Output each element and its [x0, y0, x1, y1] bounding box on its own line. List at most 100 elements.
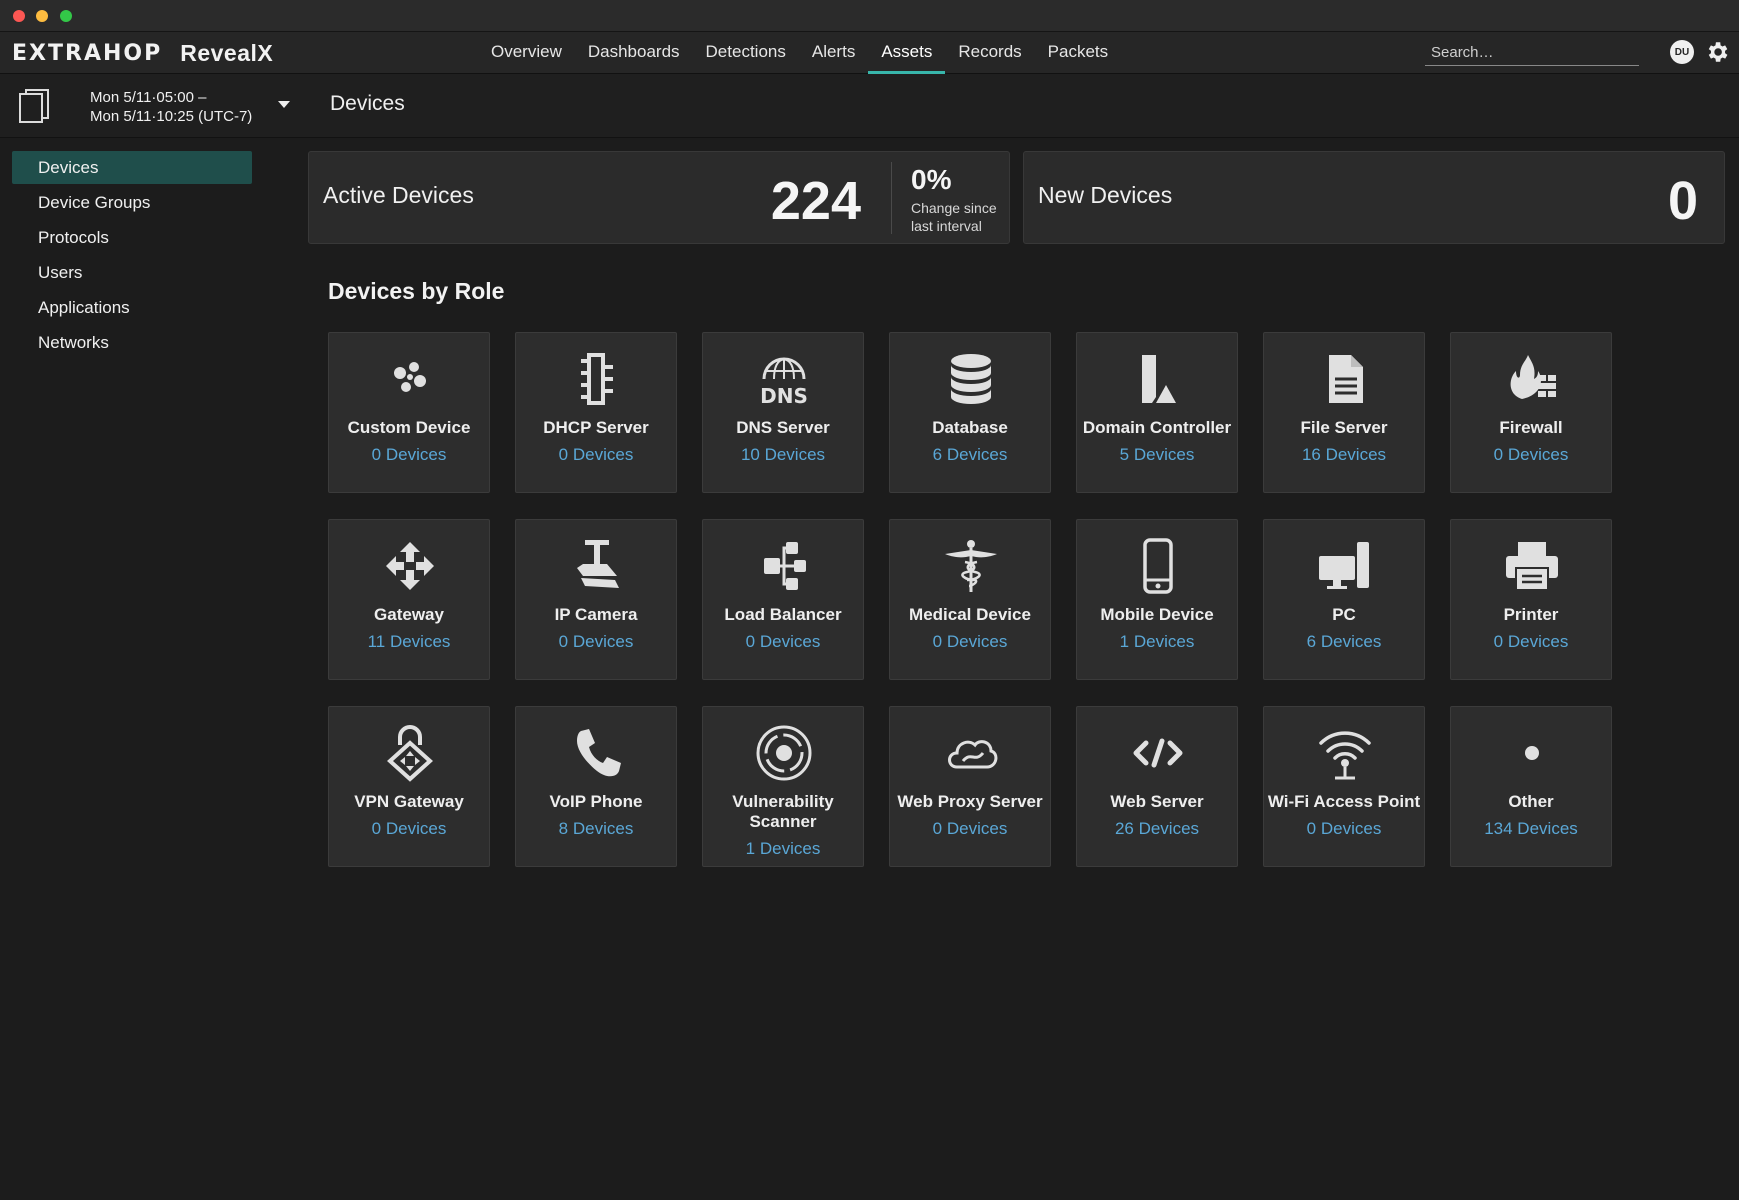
- new-devices-value: 0: [1667, 171, 1698, 231]
- brand[interactable]: EXTRAHOP RevealX: [12, 40, 273, 66]
- chevron-down-icon[interactable]: [278, 101, 290, 109]
- sidebar-item-devices[interactable]: Devices: [12, 151, 252, 184]
- user-avatar[interactable]: DU: [1670, 40, 1694, 64]
- role-tile-other[interactable]: Other 134 Devices: [1450, 706, 1612, 867]
- sidebar-item-users[interactable]: Users: [12, 256, 252, 289]
- role-name: Firewall: [1499, 418, 1563, 437]
- time-range[interactable]: Mon 5/11·05:00 – Mon 5/11·10:25 (UTC-7): [90, 88, 252, 126]
- nav-detections[interactable]: Detections: [693, 32, 799, 74]
- role-count-link[interactable]: 26 Devices: [1077, 819, 1237, 839]
- search-input[interactable]: [1425, 40, 1639, 66]
- role-count-link[interactable]: 0 Devices: [890, 632, 1050, 652]
- wifi-access-point-icon: [1315, 723, 1375, 783]
- sidebar-item-networks[interactable]: Networks: [12, 326, 252, 359]
- role-count-link[interactable]: 0 Devices: [1264, 819, 1424, 839]
- role-name: VPN Gateway: [354, 792, 464, 811]
- role-name: Database: [932, 418, 1008, 437]
- role-count-link[interactable]: 1 Devices: [703, 839, 863, 859]
- role-count-link[interactable]: 8 Devices: [516, 819, 676, 839]
- role-name: Domain Controller: [1082, 418, 1232, 437]
- role-tile-file-server[interactable]: File Server 16 Devices: [1263, 332, 1425, 493]
- product-name: RevealX: [180, 39, 274, 66]
- nav-assets[interactable]: Assets: [868, 32, 946, 74]
- role-tile-dhcp-server[interactable]: DHCP Server 0 Devices: [515, 332, 677, 493]
- svg-text:DNS: DNS: [760, 384, 808, 408]
- role-count-link[interactable]: 10 Devices: [703, 445, 863, 465]
- pc-icon: [1315, 536, 1375, 596]
- role-tile-mobile-device[interactable]: Mobile Device 1 Devices: [1076, 519, 1238, 680]
- role-count-link[interactable]: 6 Devices: [1264, 632, 1424, 652]
- role-count-link[interactable]: 0 Devices: [516, 632, 676, 652]
- role-tile-ip-camera[interactable]: IP Camera 0 Devices: [515, 519, 677, 680]
- role-tile-domain-controller[interactable]: Domain Controller 5 Devices: [1076, 332, 1238, 493]
- role-count-link[interactable]: 0 Devices: [516, 445, 676, 465]
- nav-records[interactable]: Records: [945, 32, 1034, 74]
- role-count-link[interactable]: 0 Devices: [890, 819, 1050, 839]
- role-tile-voip-phone[interactable]: VoIP Phone 8 Devices: [515, 706, 677, 867]
- role-tile-web-server[interactable]: Web Server 26 Devices: [1076, 706, 1238, 867]
- role-tile-load-balancer[interactable]: Load Balancer 0 Devices: [702, 519, 864, 680]
- role-name: PC: [1332, 605, 1356, 624]
- web-proxy-server-icon: [941, 723, 1001, 783]
- role-tile-vulnerability-scanner[interactable]: Vulnerability Scanner 1 Devices: [702, 706, 864, 867]
- role-count-link[interactable]: 11 Devices: [329, 632, 489, 652]
- minimize-window-button[interactable]: [36, 10, 48, 22]
- role-count-link[interactable]: 16 Devices: [1264, 445, 1424, 465]
- load-balancer-icon: [754, 536, 814, 596]
- role-tile-wifi-access-point[interactable]: Wi-Fi Access Point 0 Devices: [1263, 706, 1425, 867]
- role-count-link[interactable]: 0 Devices: [1451, 445, 1611, 465]
- active-devices-value: 224: [770, 171, 861, 231]
- role-name: DNS Server: [736, 418, 830, 437]
- new-devices-label: New Devices: [1038, 182, 1173, 208]
- nav-dashboards[interactable]: Dashboards: [575, 32, 693, 74]
- vulnerability-scanner-icon: [754, 723, 814, 783]
- role-tile-printer[interactable]: Printer 0 Devices: [1450, 519, 1612, 680]
- role-count-link[interactable]: 5 Devices: [1077, 445, 1237, 465]
- role-count-link[interactable]: 0 Devices: [329, 445, 489, 465]
- role-count-link[interactable]: 134 Devices: [1451, 819, 1611, 839]
- page-title: Devices: [330, 92, 405, 115]
- dhcp-server-icon: [567, 349, 627, 409]
- role-count-link[interactable]: 6 Devices: [890, 445, 1050, 465]
- printer-icon: [1502, 536, 1562, 596]
- extrahop-logo: EXTRAHOP: [12, 40, 163, 66]
- active-devices-label: Active Devices: [323, 182, 474, 208]
- role-tile-pc[interactable]: PC 6 Devices: [1263, 519, 1425, 680]
- role-count-link[interactable]: 1 Devices: [1077, 632, 1237, 652]
- medical-device-icon: [941, 536, 1001, 596]
- sidebar-item-device-groups[interactable]: Device Groups: [12, 186, 252, 219]
- role-tile-firewall[interactable]: Firewall 0 Devices: [1450, 332, 1612, 493]
- role-tile-vpn-gateway[interactable]: VPN Gateway 0 Devices: [328, 706, 490, 867]
- role-count-link[interactable]: 0 Devices: [703, 632, 863, 652]
- change-percent: 0%: [911, 164, 952, 195]
- window-titlebar: [0, 0, 1739, 32]
- nav-alerts[interactable]: Alerts: [799, 32, 868, 74]
- active-devices-card[interactable]: Active Devices 224 0% Change since last …: [308, 151, 1010, 244]
- role-tile-database[interactable]: Database 6 Devices: [889, 332, 1051, 493]
- role-tile-gateway[interactable]: Gateway 11 Devices: [328, 519, 490, 680]
- role-name: DHCP Server: [543, 418, 649, 437]
- sidebar-item-applications[interactable]: Applications: [12, 291, 252, 324]
- nav-packets[interactable]: Packets: [1035, 32, 1121, 74]
- role-name: Custom Device: [347, 418, 471, 437]
- role-tile-medical-device[interactable]: Medical Device 0 Devices: [889, 519, 1051, 680]
- nav-overview[interactable]: Overview: [478, 32, 575, 74]
- dns-server-icon: DNS: [754, 349, 814, 409]
- web-server-icon: [1128, 723, 1188, 783]
- close-window-button[interactable]: [13, 10, 25, 22]
- role-tile-web-proxy-server[interactable]: Web Proxy Server 0 Devices: [889, 706, 1051, 867]
- firewall-icon: [1502, 349, 1562, 409]
- zoom-window-button[interactable]: [60, 10, 72, 22]
- role-count-link[interactable]: 0 Devices: [1451, 632, 1611, 652]
- gear-icon[interactable]: [1704, 39, 1730, 65]
- role-tile-custom-device[interactable]: Custom Device 0 Devices: [328, 332, 490, 493]
- time-selector-icon[interactable]: [18, 88, 50, 126]
- new-devices-card[interactable]: New Devices 0: [1023, 151, 1725, 244]
- time-range-start: Mon 5/11·05:00 –: [90, 89, 207, 106]
- role-tile-dns-server[interactable]: DNS DNS Server 10 Devices: [702, 332, 864, 493]
- sidebar-item-protocols[interactable]: Protocols: [12, 221, 252, 254]
- ip-camera-icon: [567, 536, 627, 596]
- mobile-device-icon: [1128, 536, 1188, 596]
- role-name: File Server: [1300, 418, 1388, 437]
- role-count-link[interactable]: 0 Devices: [329, 819, 489, 839]
